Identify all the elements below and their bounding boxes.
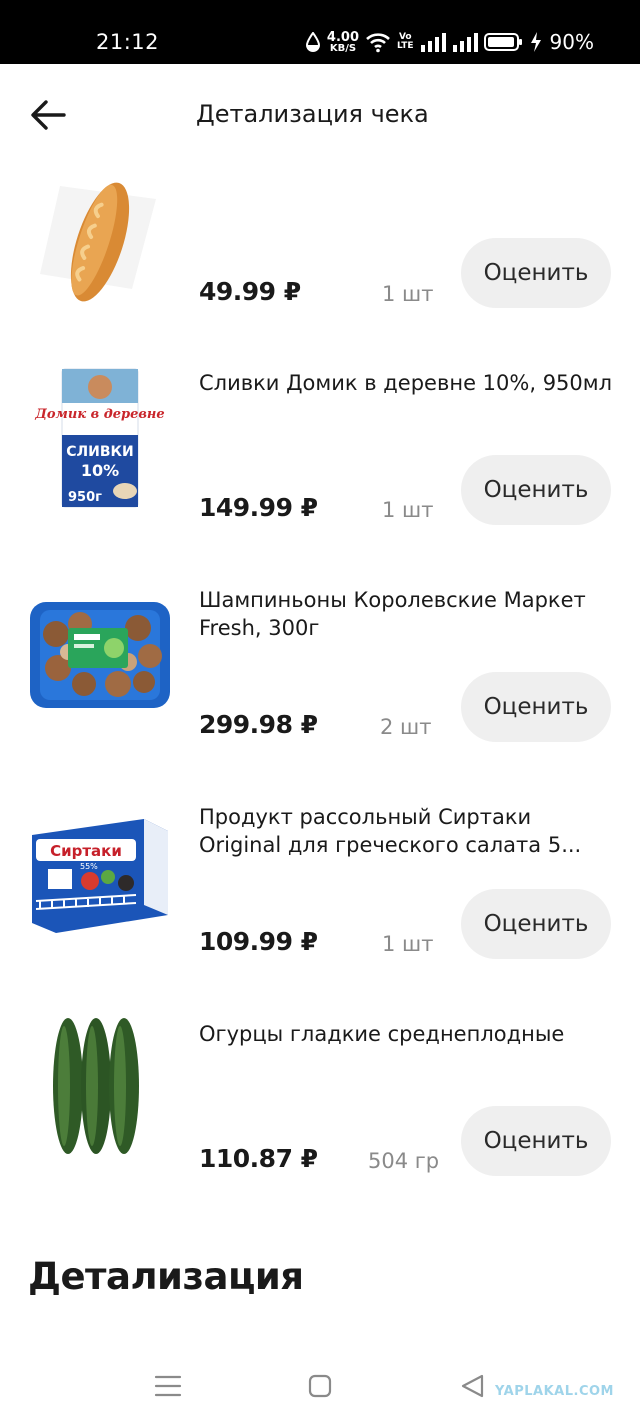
home-button[interactable] [300, 1369, 340, 1403]
battery-percent: 90% [549, 30, 594, 54]
carton-brand-text: Домик в деревне [34, 407, 164, 422]
menu-icon [154, 1375, 182, 1397]
home-square-icon [308, 1374, 332, 1398]
carton-fat-text: 10% [81, 461, 119, 480]
watermark: YAPLAKAL.COM [495, 1384, 614, 1399]
nav-back-button[interactable] [452, 1369, 492, 1403]
cream-carton-image: Домик в деревне СЛИВКИ 10% 950г [34, 368, 165, 508]
data-saver-icon [305, 32, 320, 52]
item-quantity: 2 шт [380, 715, 432, 739]
rate-button[interactable]: Оценить [461, 889, 611, 959]
status-time: 21:12 [96, 30, 160, 54]
cheese-fat-text: 55% [80, 862, 98, 871]
item-name: Шампиньоны Королевские Маркет Fresh, 300… [199, 588, 586, 640]
back-triangle-icon [461, 1374, 484, 1398]
carton-weight-text: 950г [68, 490, 102, 505]
volte-bottom: LTE [397, 41, 414, 51]
recents-button[interactable] [148, 1369, 188, 1403]
item-name: Огурцы гладкие среднеплодные [199, 1022, 565, 1046]
item-quantity: 1 шт [382, 498, 434, 522]
rate-button[interactable]: Оценить [461, 238, 611, 308]
item-quantity: 504 гр [368, 1149, 440, 1173]
rate-button[interactable]: Оценить [461, 1106, 611, 1176]
page-title: Детализация чека [196, 100, 429, 128]
receipt-item: Сиртаки 55% Продукт рассольный Сиртаки O… [0, 789, 640, 1006]
item-quantity: 1 шт [382, 932, 434, 956]
app-header: Детализация чека [0, 64, 640, 164]
receipt-item: Огурцы гладкие среднеплодные 110.87 ₽ 50… [0, 1006, 640, 1223]
cheese-brand-text: Сиртаки [50, 842, 122, 860]
status-bar: 21:12 4.00 KB/S Vo LTE 90% [0, 0, 640, 64]
item-price: 109.99 ₽ [199, 927, 318, 956]
item-price: 299.98 ₽ [199, 710, 318, 739]
receipt-item: Домик в деревне СЛИВКИ 10% 950г Сливки Д… [0, 355, 640, 572]
charging-icon [530, 32, 541, 52]
mushrooms-tray-image [30, 602, 170, 708]
rate-button[interactable]: Оценить [461, 455, 611, 525]
item-price: 149.99 ₽ [199, 493, 318, 522]
wifi-icon [366, 33, 390, 53]
receipt-item: 49.99 ₽ 1 шт Оценить [0, 164, 640, 381]
signal-icon-sim2 [452, 33, 478, 52]
item-quantity: 1 шт [382, 282, 434, 306]
signal-icon-sim1 [420, 33, 446, 52]
volte-indicator: Vo LTE [397, 33, 414, 51]
item-name: Сливки Домик в деревне 10%, 950мл [199, 371, 613, 395]
receipt-item: Шампиньоны Королевские Маркет Fresh, 300… [0, 572, 640, 789]
net-speed-unit: KB/S [329, 42, 357, 54]
item-price: 49.99 ₽ [199, 277, 301, 306]
back-button[interactable] [30, 98, 66, 132]
section-title: Детализация [28, 1255, 304, 1298]
item-name: Продукт рассольный Сиртаки Original для … [199, 805, 582, 857]
battery-icon [483, 33, 522, 51]
cheese-box-image: Сиртаки 55% [32, 819, 168, 933]
baguette-image [40, 182, 156, 302]
net-speed-value: 4.00 [326, 29, 359, 45]
item-price: 110.87 ₽ [199, 1144, 318, 1173]
cucumbers-image [53, 1018, 139, 1154]
arrow-left-icon [31, 100, 66, 130]
net-speed: 4.00 KB/S [327, 31, 359, 54]
rate-button[interactable]: Оценить [461, 672, 611, 742]
status-icons: 4.00 KB/S Vo LTE 90% [305, 28, 594, 56]
carton-product-text: СЛИВКИ [66, 444, 133, 460]
